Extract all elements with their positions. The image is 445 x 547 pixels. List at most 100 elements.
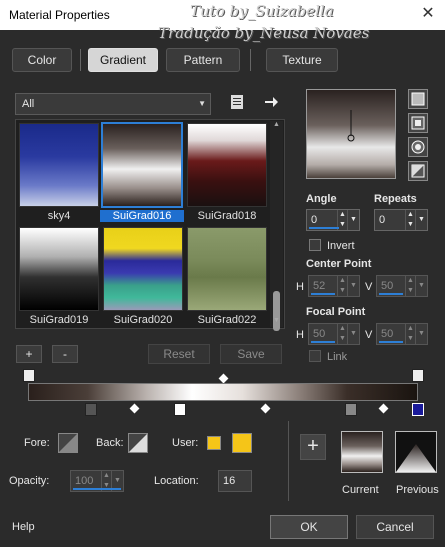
center-v-value: 50 — [381, 280, 394, 292]
value-bar — [309, 227, 339, 229]
chevron-down-icon: ▼ — [198, 99, 206, 108]
save-button[interactable]: Save — [220, 344, 282, 364]
focal-h-label: H — [296, 329, 304, 341]
focal-v-label: V — [365, 329, 373, 341]
gallery-scrollbar[interactable]: ▲ ▼ — [270, 121, 283, 331]
gradient-swatch-suigrad019[interactable] — [19, 227, 99, 311]
color-midpoint-marker[interactable] — [378, 403, 389, 414]
center-v-field[interactable]: 50 ▲ ▼ ▼ — [376, 275, 428, 297]
gradient-swatch-sky4[interactable] — [19, 123, 99, 207]
fore-label: Fore: — [24, 437, 50, 449]
scroll-down-icon[interactable]: ▼ — [273, 317, 280, 324]
opacity-stop-marker[interactable] — [23, 369, 35, 382]
tab-gradient[interactable]: Gradient — [88, 48, 158, 72]
spin-updown-icon[interactable]: ▲ ▼ — [405, 324, 415, 344]
gradient-label: SuiGrad022 — [197, 314, 257, 326]
back-label: Back: — [96, 437, 124, 449]
back-color-swatch[interactable] — [128, 433, 148, 453]
value-bar — [379, 341, 403, 343]
user-color-swatch-small[interactable] — [207, 436, 221, 450]
chevron-down-icon[interactable]: ▼ — [415, 210, 427, 230]
color-stop-marker[interactable] — [174, 403, 186, 416]
add-gradient-button[interactable]: + — [16, 345, 42, 363]
category-dropdown[interactable]: All ▼ — [15, 93, 211, 115]
focal-v-value: 50 — [381, 328, 394, 340]
cancel-button[interactable]: Cancel — [356, 515, 434, 539]
previous-label: Previous — [396, 484, 439, 496]
help-link[interactable]: Help — [12, 521, 35, 533]
tab-bar: Color Gradient Pattern Texture — [0, 43, 445, 77]
focal-h-field[interactable]: 50 ▲ ▼ ▼ — [308, 323, 360, 345]
tab-texture[interactable]: Texture — [266, 48, 338, 72]
chevron-down-icon[interactable]: ▼ — [415, 324, 427, 344]
focal-v-field[interactable]: 50 ▲ ▼ ▼ — [376, 323, 428, 345]
spin-updown-icon[interactable]: ▲ ▼ — [405, 210, 415, 230]
angle-value: 0 — [311, 214, 318, 226]
gradient-swatch-suigrad016[interactable] — [101, 122, 183, 208]
color-stop-marker-selected[interactable] — [412, 403, 424, 416]
chevron-down-icon[interactable]: ▼ — [415, 276, 427, 296]
gradient-swatch-suigrad022[interactable] — [187, 227, 267, 311]
current-material-swatch[interactable] — [341, 431, 383, 473]
close-icon[interactable]: ✕ — [417, 4, 439, 26]
color-midpoint-marker[interactable] — [260, 403, 271, 414]
opacity-stop-marker[interactable] — [412, 369, 424, 382]
add-to-swatches-button[interactable]: + — [300, 434, 326, 460]
link-checkbox[interactable] — [309, 350, 321, 362]
center-v-label: V — [365, 281, 373, 293]
ok-button[interactable]: OK — [270, 515, 348, 539]
browse-folder-icon[interactable] — [229, 94, 245, 110]
reset-button[interactable]: Reset — [148, 344, 210, 364]
center-point-label: Center Point — [306, 258, 372, 270]
previous-material-swatch[interactable] — [395, 431, 437, 473]
value-bar — [311, 341, 335, 343]
window-title: Material Properties — [9, 8, 110, 22]
tab-pattern[interactable]: Pattern — [166, 48, 240, 72]
chevron-down-icon[interactable]: ▼ — [347, 276, 359, 296]
center-h-field[interactable]: 52 ▲ ▼ ▼ — [308, 275, 360, 297]
spin-updown-icon[interactable]: ▲ ▼ — [337, 324, 347, 344]
gradient-preview[interactable] — [306, 89, 396, 179]
gradient-label-selected: SuiGrad016 — [100, 210, 184, 222]
arrow-right-icon[interactable] — [263, 94, 279, 110]
invert-checkbox[interactable] — [309, 239, 321, 251]
location-field[interactable]: 16 — [218, 470, 252, 492]
color-midpoint-marker[interactable] — [129, 403, 140, 414]
chevron-down-icon[interactable]: ▼ — [347, 210, 359, 230]
spin-updown-icon[interactable]: ▲ ▼ — [405, 276, 415, 296]
spin-updown-icon[interactable]: ▲ ▼ — [337, 276, 347, 296]
scroll-up-icon[interactable]: ▲ — [273, 121, 280, 128]
link-label: Link — [327, 351, 348, 363]
gradient-editor-bar[interactable] — [28, 383, 418, 401]
repeats-field[interactable]: 0 ▲ ▼ ▼ — [374, 209, 428, 231]
tab-color[interactable]: Color — [12, 48, 72, 72]
gradient-swatch-suigrad020[interactable] — [103, 227, 183, 311]
color-stop-marker[interactable] — [85, 403, 97, 416]
opacity-midpoint-marker[interactable] — [218, 373, 229, 384]
tab-divider — [80, 49, 81, 71]
scroll-thumb[interactable] — [273, 291, 280, 331]
linear-style-icon[interactable] — [408, 89, 428, 109]
user-color-swatch[interactable] — [232, 433, 252, 453]
sunburst-style-icon[interactable] — [408, 137, 428, 157]
color-stop-marker[interactable] — [345, 403, 357, 416]
location-value: 16 — [223, 475, 236, 487]
tab-divider — [250, 49, 251, 71]
opacity-label: Opacity: — [9, 475, 50, 487]
remove-gradient-button[interactable]: - — [52, 345, 78, 363]
rectangular-style-icon[interactable] — [408, 113, 428, 133]
value-bar — [311, 293, 335, 295]
gradient-label: SuiGrad019 — [29, 314, 89, 326]
value-bar — [73, 488, 121, 490]
radial-style-icon[interactable] — [408, 161, 428, 181]
current-label: Current — [342, 484, 379, 496]
fore-color-swatch[interactable] — [58, 433, 78, 453]
invert-label: Invert — [327, 240, 355, 252]
gradient-label: SuiGrad020 — [113, 314, 173, 326]
chevron-down-icon[interactable]: ▼ — [347, 324, 359, 344]
angle-field[interactable]: 0 ▲ ▼ ▼ — [306, 209, 360, 231]
gradient-swatch-suigrad018[interactable] — [187, 123, 267, 207]
focal-h-value: 50 — [313, 328, 326, 340]
opacity-field[interactable]: 100 ▲ ▼ ▼ — [70, 470, 124, 492]
location-label: Location: — [154, 475, 199, 487]
